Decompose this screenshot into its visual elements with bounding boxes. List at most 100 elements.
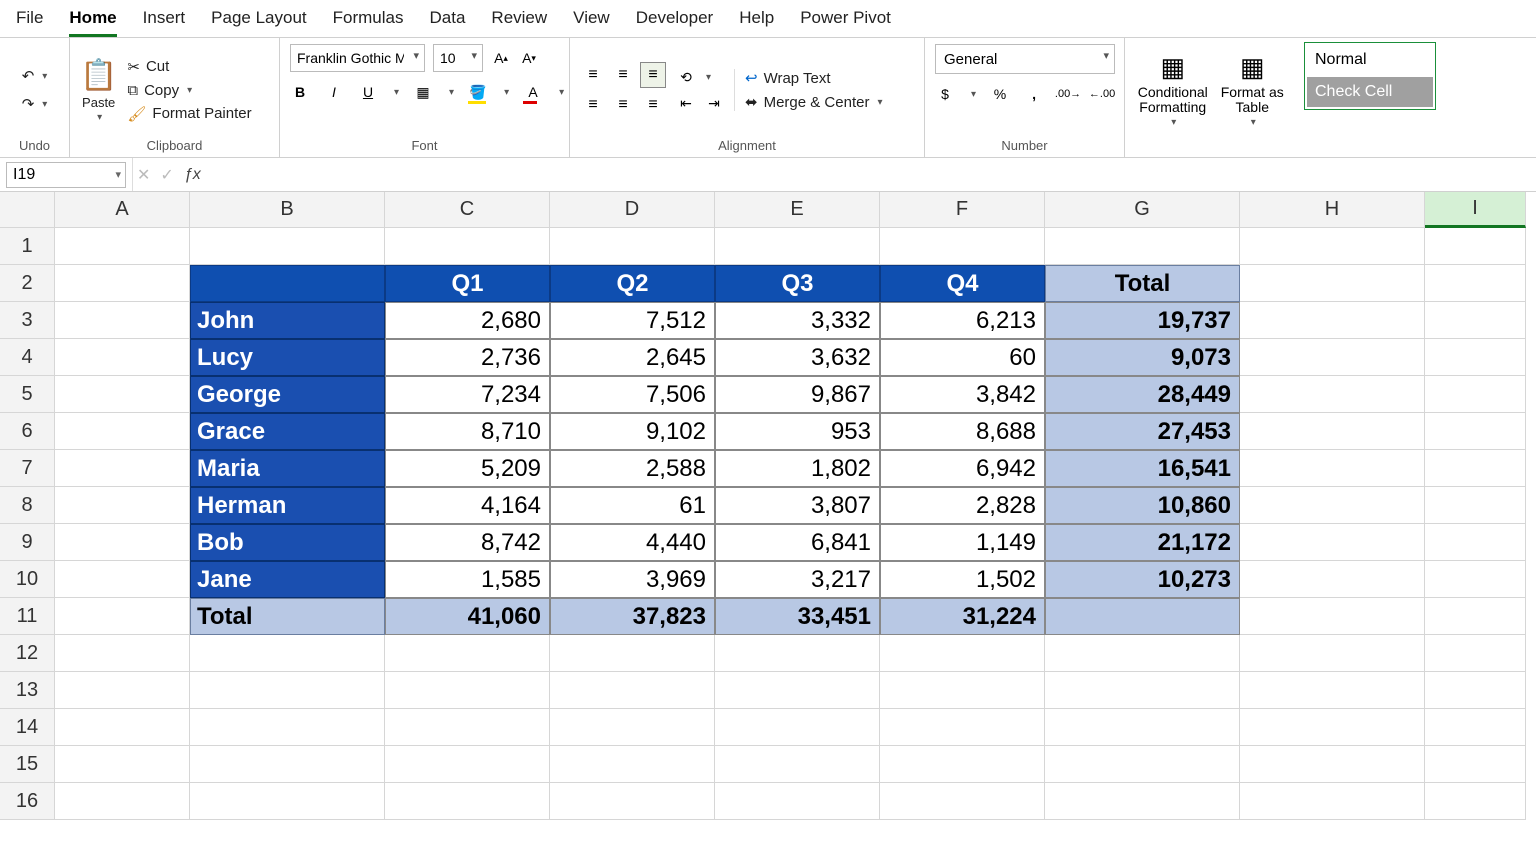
decrease-decimal-icon[interactable]: ←.00 <box>1092 84 1112 104</box>
cell-A1[interactable] <box>55 228 190 265</box>
currency-icon[interactable]: $ <box>935 84 955 104</box>
font-color-icon[interactable]: A <box>523 82 543 102</box>
cell-I14[interactable] <box>1425 709 1526 746</box>
increase-decimal-icon[interactable]: .00→ <box>1058 84 1078 104</box>
copy-button[interactable]: ⧉Copy▾ <box>127 82 251 99</box>
cell-F13[interactable] <box>880 672 1045 709</box>
cell-E16[interactable] <box>715 783 880 820</box>
cell-G11[interactable] <box>1045 598 1240 635</box>
cell-B14[interactable] <box>190 709 385 746</box>
cell-A2[interactable] <box>55 265 190 302</box>
cancel-icon[interactable]: ✕ <box>137 165 150 185</box>
font-size-select[interactable] <box>433 44 483 72</box>
cell-C5[interactable]: 7,234 <box>385 376 550 413</box>
cell-G8[interactable]: 10,860 <box>1045 487 1240 524</box>
cell-D9[interactable]: 4,440 <box>550 524 715 561</box>
cell-D13[interactable] <box>550 672 715 709</box>
style-check-cell[interactable]: Check Cell <box>1307 77 1433 107</box>
cell-B1[interactable] <box>190 228 385 265</box>
cell-F12[interactable] <box>880 635 1045 672</box>
cell-E11[interactable]: 33,451 <box>715 598 880 635</box>
cell-E9[interactable]: 6,841 <box>715 524 880 561</box>
cell-I12[interactable] <box>1425 635 1526 672</box>
row-header-12[interactable]: 12 <box>0 635 55 672</box>
select-all-corner[interactable] <box>0 192 55 228</box>
cell-B9[interactable]: Bob <box>190 524 385 561</box>
outdent-icon[interactable]: ⇤ <box>676 93 696 113</box>
cell-I4[interactable] <box>1425 339 1526 376</box>
cell-F5[interactable]: 3,842 <box>880 376 1045 413</box>
cell-B7[interactable]: Maria <box>190 450 385 487</box>
cell-H6[interactable] <box>1240 413 1425 450</box>
cell-C3[interactable]: 2,680 <box>385 302 550 339</box>
cell-D2[interactable]: Q2 <box>550 265 715 302</box>
cell-E12[interactable] <box>715 635 880 672</box>
col-header-I[interactable]: I <box>1425 192 1526 228</box>
cell-I10[interactable] <box>1425 561 1526 598</box>
cell-F16[interactable] <box>880 783 1045 820</box>
tab-help[interactable]: Help <box>739 4 774 37</box>
cell-F4[interactable]: 60 <box>880 339 1045 376</box>
cell-B10[interactable]: Jane <box>190 561 385 598</box>
comma-icon[interactable]: , <box>1024 84 1044 104</box>
indent-icon[interactable]: ⇥ <box>704 93 724 113</box>
align-left-icon[interactable]: ≡ <box>580 92 606 118</box>
cell-B8[interactable]: Herman <box>190 487 385 524</box>
cell-H15[interactable] <box>1240 746 1425 783</box>
cell-E14[interactable] <box>715 709 880 746</box>
cell-I15[interactable] <box>1425 746 1526 783</box>
align-middle-icon[interactable]: ≡ <box>610 62 636 88</box>
cell-B15[interactable] <box>190 746 385 783</box>
cell-H13[interactable] <box>1240 672 1425 709</box>
col-header-E[interactable]: E <box>715 192 880 228</box>
cell-I7[interactable] <box>1425 450 1526 487</box>
cell-E13[interactable] <box>715 672 880 709</box>
cell-G12[interactable] <box>1045 635 1240 672</box>
align-center-icon[interactable]: ≡ <box>610 92 636 118</box>
cell-C1[interactable] <box>385 228 550 265</box>
cell-H10[interactable] <box>1240 561 1425 598</box>
cell-A6[interactable] <box>55 413 190 450</box>
cell-C13[interactable] <box>385 672 550 709</box>
row-header-10[interactable]: 10 <box>0 561 55 598</box>
cell-D6[interactable]: 9,102 <box>550 413 715 450</box>
cell-F15[interactable] <box>880 746 1045 783</box>
cell-D10[interactable]: 3,969 <box>550 561 715 598</box>
cell-B13[interactable] <box>190 672 385 709</box>
cell-D3[interactable]: 7,512 <box>550 302 715 339</box>
redo-button[interactable]: ↷▾ <box>22 95 48 113</box>
cell-I1[interactable] <box>1425 228 1526 265</box>
cell-E7[interactable]: 1,802 <box>715 450 880 487</box>
cell-F9[interactable]: 1,149 <box>880 524 1045 561</box>
align-right-icon[interactable]: ≡ <box>640 92 666 118</box>
row-header-15[interactable]: 15 <box>0 746 55 783</box>
cell-G10[interactable]: 10,273 <box>1045 561 1240 598</box>
row-header-11[interactable]: 11 <box>0 598 55 635</box>
cell-A14[interactable] <box>55 709 190 746</box>
row-header-2[interactable]: 2 <box>0 265 55 302</box>
cell-E4[interactable]: 3,632 <box>715 339 880 376</box>
cell-I6[interactable] <box>1425 413 1526 450</box>
cell-H12[interactable] <box>1240 635 1425 672</box>
cell-C16[interactable] <box>385 783 550 820</box>
cell-H14[interactable] <box>1240 709 1425 746</box>
cell-B2[interactable] <box>190 265 385 302</box>
chevron-down-icon[interactable]: ▾ <box>115 168 121 181</box>
cell-H7[interactable] <box>1240 450 1425 487</box>
cell-F1[interactable] <box>880 228 1045 265</box>
cell-A3[interactable] <box>55 302 190 339</box>
col-header-C[interactable]: C <box>385 192 550 228</box>
cell-D14[interactable] <box>550 709 715 746</box>
align-top-icon[interactable]: ≡ <box>580 62 606 88</box>
cell-E5[interactable]: 9,867 <box>715 376 880 413</box>
style-normal[interactable]: Normal <box>1307 45 1433 75</box>
col-header-D[interactable]: D <box>550 192 715 228</box>
cell-I5[interactable] <box>1425 376 1526 413</box>
row-header-13[interactable]: 13 <box>0 672 55 709</box>
cell-I9[interactable] <box>1425 524 1526 561</box>
cell-B5[interactable]: George <box>190 376 385 413</box>
cell-D5[interactable]: 7,506 <box>550 376 715 413</box>
cell-F10[interactable]: 1,502 <box>880 561 1045 598</box>
cell-H4[interactable] <box>1240 339 1425 376</box>
undo-button[interactable]: ↶▾ <box>22 67 48 85</box>
